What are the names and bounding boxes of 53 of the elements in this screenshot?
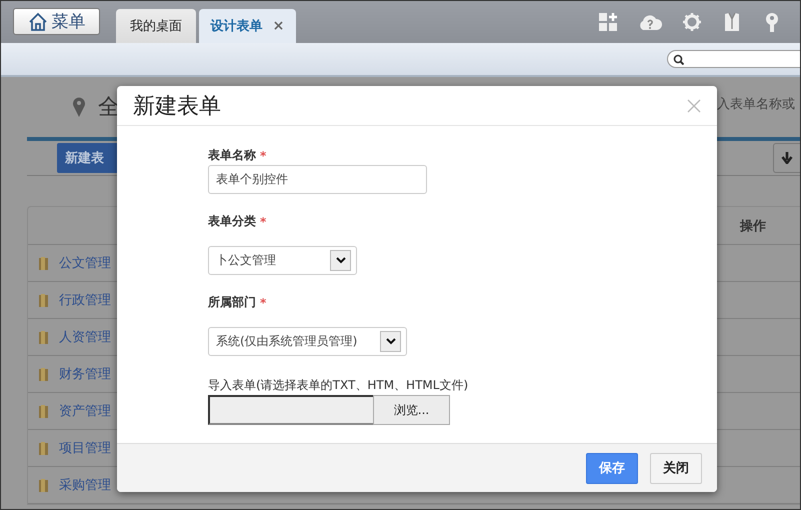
home-icon	[28, 12, 48, 32]
file-path-field[interactable]	[208, 395, 373, 426]
menu-label: 菜单	[52, 11, 86, 33]
field-label: 所属部门	[208, 294, 256, 312]
folder-icon	[38, 256, 49, 270]
gear-icon	[682, 12, 702, 32]
search-icon	[673, 54, 684, 64]
close-button[interactable]: 关闭	[650, 452, 702, 484]
tab[interactable]: 设计表单 ×	[199, 9, 296, 43]
required-mark: *	[260, 148, 266, 163]
required-mark: *	[260, 214, 266, 229]
search-field[interactable]	[667, 50, 800, 68]
category-link[interactable]: 财务管理	[59, 365, 111, 383]
category-link[interactable]: 资产管理	[59, 402, 111, 420]
folder-icon	[38, 441, 49, 455]
select-value: 系统(仅由系统管理员管理)	[216, 333, 358, 350]
select-field[interactable]: 系统(仅由系统管理员管理)	[208, 327, 407, 356]
down-arrow-icon	[781, 152, 793, 164]
category-link[interactable]: 行政管理	[59, 291, 111, 309]
search-hint: 入表单名称或	[717, 96, 795, 113]
category-link[interactable]: 公文管理	[59, 254, 111, 272]
add-widget-icon	[598, 12, 618, 32]
page-title: 全	[98, 94, 120, 122]
input-field[interactable]: 表单个别控件	[208, 165, 427, 194]
category-link[interactable]: 人资管理	[59, 328, 111, 346]
field-label: 导入表单(请选择表单的TXT、HTM、HTML文件)	[208, 377, 468, 394]
field-label: 表单分类	[208, 213, 256, 230]
tab-label: 我的桌面	[130, 18, 182, 35]
folder-icon	[38, 293, 49, 307]
save-button[interactable]: 保存	[586, 452, 638, 484]
field-label: 表单名称	[208, 147, 256, 164]
select-value: 卜公文管理	[216, 252, 276, 270]
dialog-title: 新建表单	[133, 92, 221, 121]
folder-icon	[38, 478, 49, 492]
close-tab-button[interactable]: ×	[272, 18, 284, 34]
tab[interactable]: 我的桌面	[116, 9, 196, 43]
required-mark: *	[260, 296, 266, 310]
chevron-down-icon	[336, 257, 346, 264]
tab-label: 设计表单	[210, 18, 263, 35]
folder-icon	[38, 404, 49, 418]
category-link[interactable]: 采购管理	[59, 476, 111, 494]
browse-button[interactable]: 浏览...	[373, 395, 450, 426]
column-header: 操作	[740, 218, 767, 234]
chevron-down-icon	[386, 338, 396, 346]
category-link[interactable]: 项目管理	[59, 439, 111, 457]
download-button[interactable]	[773, 143, 800, 173]
menu-button[interactable]: 菜单	[13, 8, 100, 35]
location-pin-icon	[72, 97, 86, 117]
new-form-button[interactable]: 新建表	[57, 143, 120, 173]
select-field[interactable]: 卜公文管理	[208, 246, 357, 276]
shirt-icon	[722, 12, 742, 32]
folder-icon	[38, 367, 49, 381]
folder-icon	[38, 330, 49, 344]
